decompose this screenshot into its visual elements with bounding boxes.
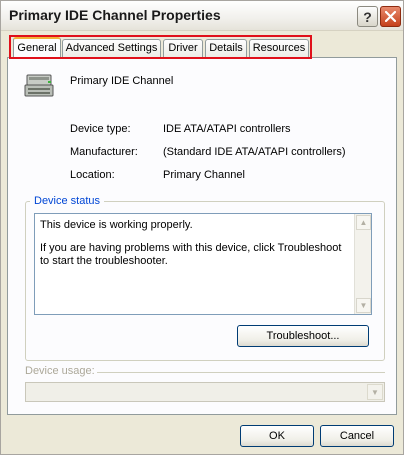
ok-button[interactable]: OK (240, 425, 314, 447)
troubleshoot-label: Troubleshoot... (266, 330, 340, 342)
manufacturer-value: (Standard IDE ATA/ATAPI controllers) (163, 146, 346, 158)
window-title: Primary IDE Channel Properties (9, 7, 221, 23)
close-button[interactable] (380, 6, 401, 27)
tab-resources[interactable]: Resources (249, 39, 309, 58)
status-scrollbar[interactable]: ▲ ▼ (354, 214, 371, 314)
device-status-title: Device status (30, 195, 105, 207)
title-bar[interactable]: Primary IDE Channel Properties ? (1, 1, 403, 31)
status-text-line1: This device is working properly. (40, 219, 193, 231)
tab-general[interactable]: General (13, 37, 61, 58)
properties-dialog: Primary IDE Channel Properties ? General… (0, 0, 404, 455)
tab-details[interactable]: Details (205, 39, 247, 58)
tab-label: General (17, 42, 57, 54)
help-button[interactable]: ? (357, 6, 378, 27)
scroll-down-arrow-icon[interactable]: ▼ (356, 298, 371, 313)
manufacturer-label: Manufacturer: (70, 146, 138, 158)
device-status-textbox[interactable]: This device is working properly. If you … (34, 213, 372, 315)
tab-label: Details (209, 42, 243, 54)
tab-driver[interactable]: Driver (163, 39, 203, 58)
help-icon: ? (363, 8, 372, 25)
ok-label: OK (269, 430, 285, 442)
device-name: Primary IDE Channel (70, 75, 174, 87)
location-value: Primary Channel (163, 169, 245, 181)
device-type-value: IDE ATA/ATAPI controllers (163, 123, 291, 135)
device-usage-label: Device usage: (25, 365, 95, 377)
tab-label: Driver (168, 42, 198, 54)
close-icon (385, 11, 396, 22)
tab-advanced-settings[interactable]: Advanced Settings (62, 39, 161, 58)
device-usage-divider (97, 372, 385, 373)
device-usage-select[interactable]: ▼ (25, 382, 385, 402)
status-text-line2: If you are having problems with this dev… (40, 242, 342, 267)
cancel-button[interactable]: Cancel (320, 425, 394, 447)
ide-controller-icon (24, 74, 54, 97)
device-type-label: Device type: (70, 123, 131, 135)
scroll-up-arrow-icon[interactable]: ▲ (356, 215, 371, 230)
troubleshoot-button[interactable]: Troubleshoot... (237, 325, 369, 347)
location-label: Location: (70, 169, 115, 181)
tab-label: Resources (252, 42, 306, 54)
cancel-label: Cancel (339, 430, 375, 442)
tab-label: Advanced Settings (65, 42, 158, 54)
chevron-down-icon[interactable]: ▼ (367, 384, 383, 400)
